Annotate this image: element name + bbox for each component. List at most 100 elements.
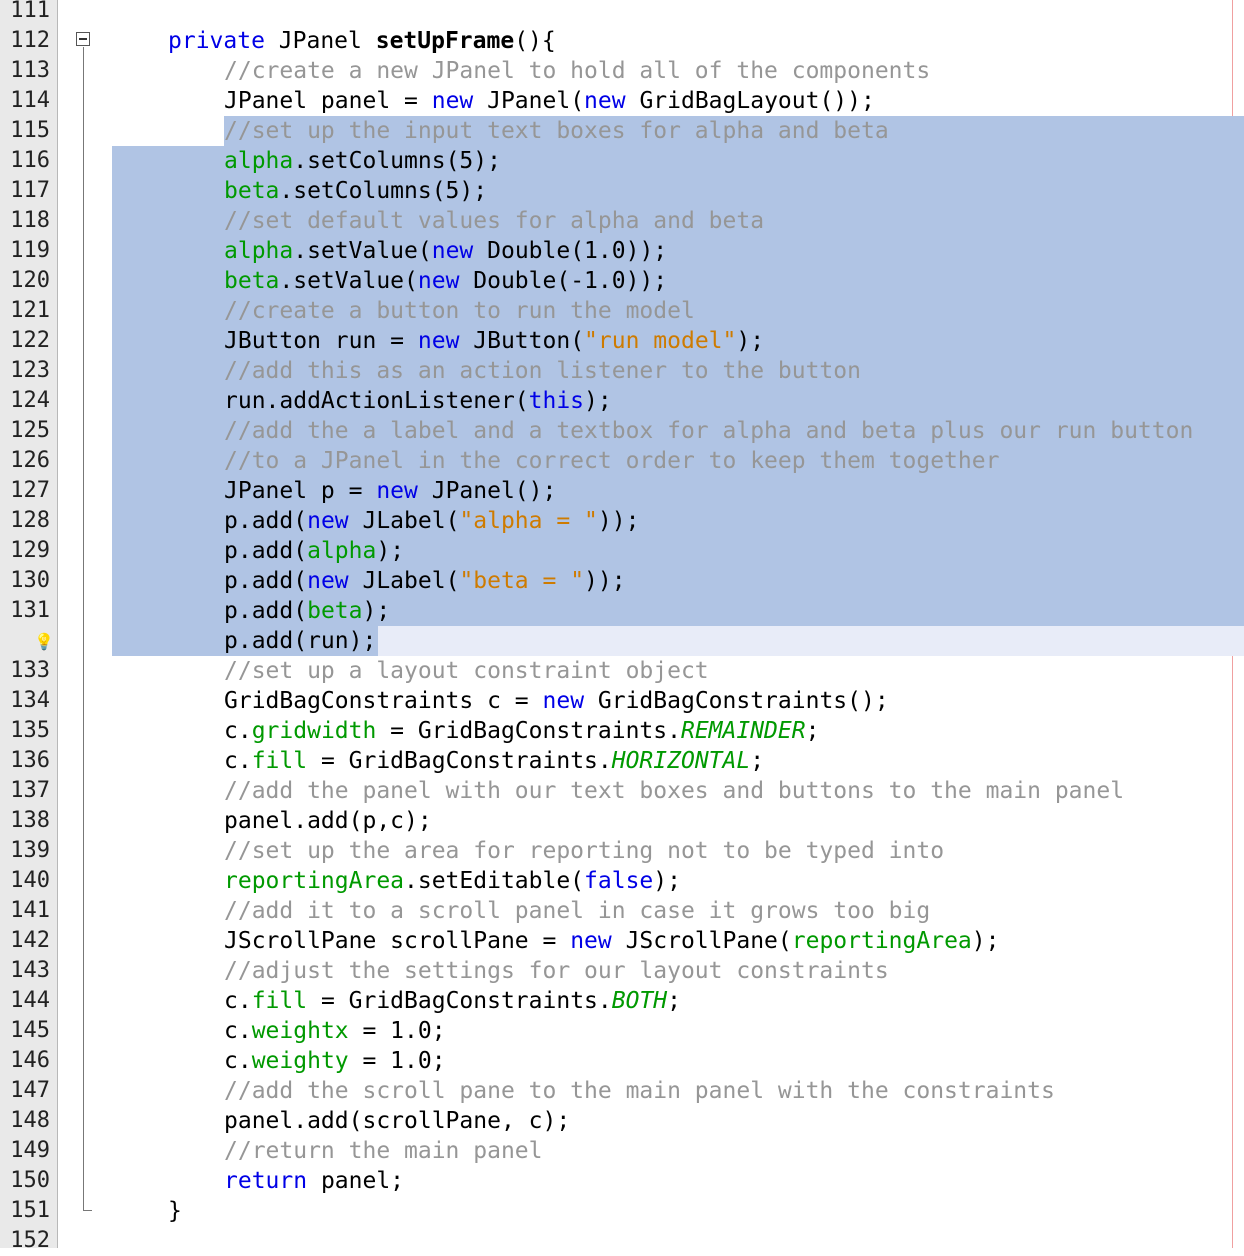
code-line[interactable]: 136 c.fill = GridBagConstraints.HORIZONTA… — [0, 746, 1244, 776]
code-text: private JPanel setUpFrame(){ — [168, 26, 556, 56]
code-line[interactable]: 147 //add the scroll pane to the main pan… — [0, 1076, 1244, 1106]
code-line[interactable]: 126 //to a JPanel in the correct order to… — [0, 446, 1244, 476]
code-line[interactable]: 143 //adjust the settings for our layout … — [0, 956, 1244, 986]
comment: //add the a label and a textbox for alph… — [224, 418, 1194, 444]
code-line[interactable]: 122 JButton run = new JButton("run model"… — [0, 326, 1244, 356]
code-line[interactable]: 142 JScrollPane scrollPane = new JScrollP… — [0, 926, 1244, 956]
line-number: 152 — [10, 1228, 50, 1253]
code-line[interactable]: 116 alpha.setColumns(5); — [0, 146, 1244, 176]
code-line[interactable]: 123 //add this as an action listener to t… — [0, 356, 1244, 386]
code-line[interactable]: 133 //set up a layout constraint object — [0, 656, 1244, 686]
field-name: weighty — [251, 1048, 349, 1074]
code-line[interactable]: p.add(run); — [0, 626, 1244, 656]
code-token: JPanel p = — [224, 478, 377, 504]
code-text: JPanel p = new JPanel(); — [224, 476, 556, 506]
line-number: 130 — [10, 568, 50, 593]
code-text: JPanel panel = new JPanel(new GridBagLay… — [224, 86, 875, 116]
comment: //to a JPanel in the correct order to ke… — [224, 448, 1000, 474]
code-token: ; — [805, 718, 820, 744]
code-line[interactable]: 146 c.weighty = 1.0; — [0, 1046, 1244, 1076]
code-line[interactable]: 138 panel.add(p,c); — [0, 806, 1244, 836]
code-line[interactable]: 152 — [0, 1226, 1244, 1256]
comment: //set up the input text boxes for alpha … — [224, 118, 889, 144]
comment: //set up the area for reporting not to b… — [224, 838, 945, 864]
code-text: } — [168, 1196, 182, 1226]
code-token: ); — [736, 328, 765, 354]
code-line[interactable]: 125 //add the a label and a textbox for a… — [0, 416, 1244, 446]
keyword: private — [168, 28, 265, 54]
code-line[interactable]: 148 panel.add(scrollPane, c); — [0, 1106, 1244, 1136]
code-text: return panel; — [224, 1166, 404, 1196]
code-token: GridBagConstraints c = — [224, 688, 543, 714]
lightbulb-hint-icon[interactable]: 💡 — [34, 632, 54, 652]
code-line[interactable]: 130 p.add(new JLabel("beta = ")); — [0, 566, 1244, 596]
comment: //add the scroll pane to the main panel … — [224, 1078, 1055, 1104]
code-token: p.add( — [224, 538, 308, 564]
code-token: c. — [224, 718, 252, 744]
code-line[interactable]: 141 //add it to a scroll panel in case it… — [0, 896, 1244, 926]
line-number: 150 — [10, 1168, 50, 1193]
code-line[interactable]: 113 //create a new JPanel to hold all of … — [0, 56, 1244, 86]
code-line[interactable]: 124 run.addActionListener(this); — [0, 386, 1244, 416]
code-text: //set up the area for reporting not to b… — [224, 836, 944, 866]
code-line[interactable]: 127 JPanel p = new JPanel(); — [0, 476, 1244, 506]
line-number: 123 — [10, 358, 50, 383]
code-token: ; — [667, 988, 681, 1014]
line-number: 122 — [10, 328, 50, 353]
code-line[interactable]: 140 reportingArea.setEditable(false); — [0, 866, 1244, 896]
code-line[interactable]: 111 — [0, 0, 1244, 26]
code-token: JPanel(); — [417, 478, 557, 504]
line-number: 117 — [10, 178, 50, 203]
code-text: alpha.setColumns(5); — [224, 146, 501, 176]
field-name: gridwidth — [251, 718, 377, 744]
line-number: 113 — [10, 58, 50, 83]
code-token: = GridBagConstraints. — [307, 748, 612, 774]
code-line[interactable]: 151} — [0, 1196, 1244, 1226]
line-number: 131 — [10, 598, 50, 623]
code-line[interactable]: 149 //return the main panel — [0, 1136, 1244, 1166]
code-line[interactable]: 128 p.add(new JLabel("alpha = ")); — [0, 506, 1244, 536]
field-name: beta — [224, 178, 280, 204]
code-text: //add the a label and a textbox for alph… — [224, 416, 1193, 446]
code-text: beta.setValue(new Double(-1.0)); — [224, 266, 667, 296]
keyword: false — [584, 868, 654, 894]
line-number: 137 — [10, 778, 50, 803]
code-line[interactable]: 119 alpha.setValue(new Double(1.0)); — [0, 236, 1244, 266]
code-line[interactable]: 115 //set up the input text boxes for alp… — [0, 116, 1244, 146]
code-line[interactable]: 144 c.fill = GridBagConstraints.BOTH; — [0, 986, 1244, 1016]
code-line[interactable]: 137 //add the panel with our text boxes a… — [0, 776, 1244, 806]
code-token: ; — [750, 748, 765, 774]
code-line[interactable]: 150 return panel; — [0, 1166, 1244, 1196]
code-line[interactable]: 139 //set up the area for reporting not t… — [0, 836, 1244, 866]
line-number: 133 — [10, 658, 50, 683]
code-line[interactable]: 112 private JPanel setUpFrame(){ — [0, 26, 1244, 56]
code-line[interactable]: 114 JPanel panel = new JPanel(new GridBag… — [0, 86, 1244, 116]
field-name: alpha — [224, 148, 294, 174]
code-token: JScrollPane scrollPane = — [224, 928, 571, 954]
code-line[interactable]: 121 //create a button to run the model — [0, 296, 1244, 326]
code-text: //create a new JPanel to hold all of the… — [224, 56, 930, 86]
code-line[interactable]: 135 c.gridwidth = GridBagConstraints.REMA… — [0, 716, 1244, 746]
code-token: .setValue( — [279, 268, 418, 294]
string-literal: "alpha = " — [459, 508, 598, 534]
code-editor[interactable]: 111 112 private JPanel setUpFrame(){113 //c… — [0, 0, 1244, 1256]
field-name: reportingArea — [791, 928, 972, 954]
code-text: //add the panel with our text boxes and … — [224, 776, 1124, 806]
field-name: beta — [307, 598, 363, 624]
fold-collapse-icon[interactable] — [76, 32, 90, 46]
code-token: p.add( — [224, 568, 308, 594]
line-number: 148 — [10, 1108, 50, 1133]
code-token: ); — [971, 928, 1000, 954]
code-line[interactable]: 145 c.weightx = 1.0; — [0, 1016, 1244, 1046]
code-text: p.add(new JLabel("alpha = ")); — [224, 506, 639, 536]
code-text: p.add(run); — [224, 626, 376, 656]
code-line[interactable]: 131 p.add(beta); — [0, 596, 1244, 626]
code-line[interactable]: 118 //set default values for alpha and be… — [0, 206, 1244, 236]
code-line[interactable]: 129 p.add(alpha); — [0, 536, 1244, 566]
code-line[interactable]: 117 beta.setColumns(5); — [0, 176, 1244, 206]
code-text: //set up a layout constraint object — [224, 656, 709, 686]
code-token: GridBagLayout()); — [625, 88, 875, 114]
field-name: fill — [251, 748, 308, 774]
code-line[interactable]: 134 GridBagConstraints c = new GridBagCon… — [0, 686, 1244, 716]
code-line[interactable]: 120 beta.setValue(new Double(-1.0)); — [0, 266, 1244, 296]
